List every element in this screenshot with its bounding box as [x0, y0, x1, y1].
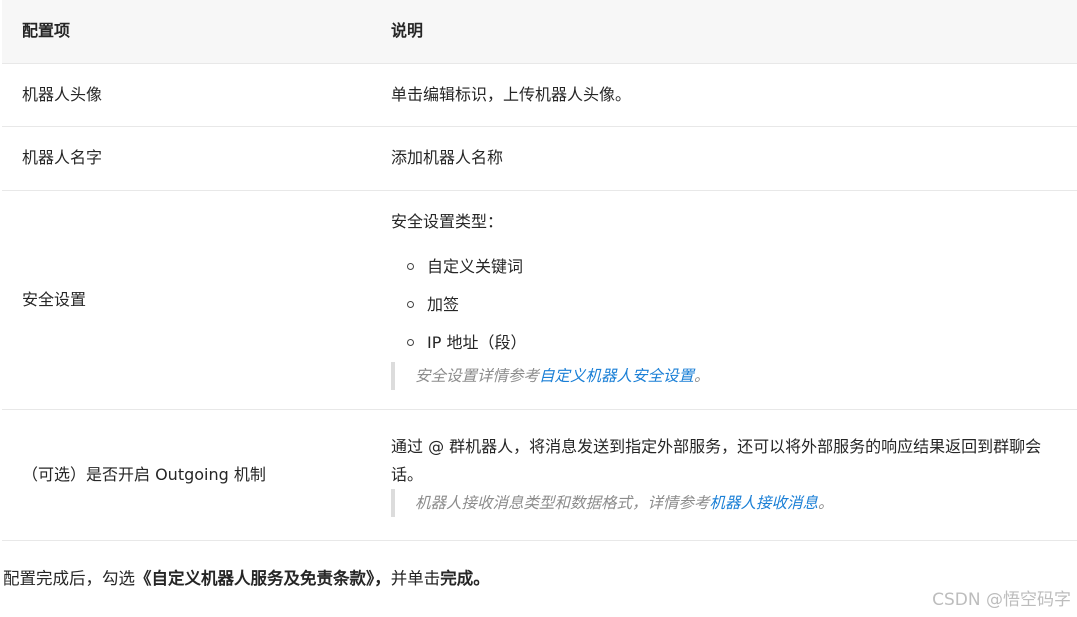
row-name-desc: 添加机器人名称	[371, 126, 1077, 191]
security-lead: 安全设置类型：	[391, 211, 504, 231]
note-prefix: 安全设置详情参考	[415, 366, 540, 385]
row-name-item: 机器人名字	[2, 126, 371, 191]
note-suffix: 。	[818, 493, 834, 512]
row-security-item: 安全设置	[2, 190, 371, 410]
footer-middle: 并单击	[390, 569, 441, 588]
watermark: CSDN @悟空码字	[932, 590, 1071, 610]
footer-prefix: 配置完成后，勾选	[3, 569, 135, 588]
receive-message-link[interactable]: 机器人接收消息	[710, 494, 819, 512]
list-item: 自定义关键词	[391, 248, 1057, 286]
row-avatar-desc: 单击编辑标识，上传机器人头像。	[371, 63, 1077, 127]
row-security-desc: 安全设置类型： 自定义关键词 加签 IP 地址（段） 安全设置详情参考自定义机器…	[371, 190, 1077, 410]
table-row: 安全设置 安全设置类型： 自定义关键词 加签 IP 地址（段） 安全设置详情参考…	[2, 190, 1077, 410]
security-options-list: 自定义关键词 加签 IP 地址（段）	[391, 248, 1057, 362]
security-note: 安全设置详情参考自定义机器人安全设置。	[391, 361, 1057, 390]
row-outgoing-item: （可选）是否开启 Outgoing 机制	[2, 409, 371, 541]
table-header-row: 配置项 说明	[2, 0, 1077, 64]
list-item: IP 地址（段）	[391, 324, 1057, 362]
document-page: 配置项 说明 机器人头像 单击编辑标识，上传机器人头像。 机器人名字 添加机器人…	[0, 0, 1077, 617]
table-row: 机器人头像 单击编辑标识，上传机器人头像。	[2, 63, 1077, 127]
header-description: 说明	[371, 0, 1077, 64]
config-table: 配置项 说明 机器人头像 单击编辑标识，上传机器人头像。 机器人名字 添加机器人…	[2, 0, 1077, 541]
outgoing-text: 通过 @ 群机器人，将消息发送到指定外部服务，还可以将外部服务的响应结果返回到群…	[391, 436, 1042, 484]
row-outgoing-desc: 通过 @ 群机器人，将消息发送到指定外部服务，还可以将外部服务的响应结果返回到群…	[371, 409, 1077, 541]
table-row: 机器人名字 添加机器人名称	[2, 126, 1077, 191]
footer-action: 完成。	[440, 569, 490, 588]
security-settings-link[interactable]: 自定义机器人安全设置	[539, 367, 694, 385]
footer-terms: 《自定义机器人服务及免责条款》，	[135, 569, 391, 588]
outgoing-note: 机器人接收消息类型和数据格式，详情参考机器人接收消息。	[391, 488, 1057, 517]
note-suffix: 。	[694, 366, 710, 385]
footer-instruction: 配置完成后，勾选《自定义机器人服务及免责条款》，并单击完成。	[3, 566, 490, 592]
note-prefix: 机器人接收消息类型和数据格式，详情参考	[415, 493, 710, 512]
list-item: 加签	[391, 286, 1057, 324]
row-avatar-item: 机器人头像	[2, 63, 371, 127]
table-row: （可选）是否开启 Outgoing 机制 通过 @ 群机器人，将消息发送到指定外…	[2, 409, 1077, 541]
header-config-item: 配置项	[2, 0, 371, 64]
